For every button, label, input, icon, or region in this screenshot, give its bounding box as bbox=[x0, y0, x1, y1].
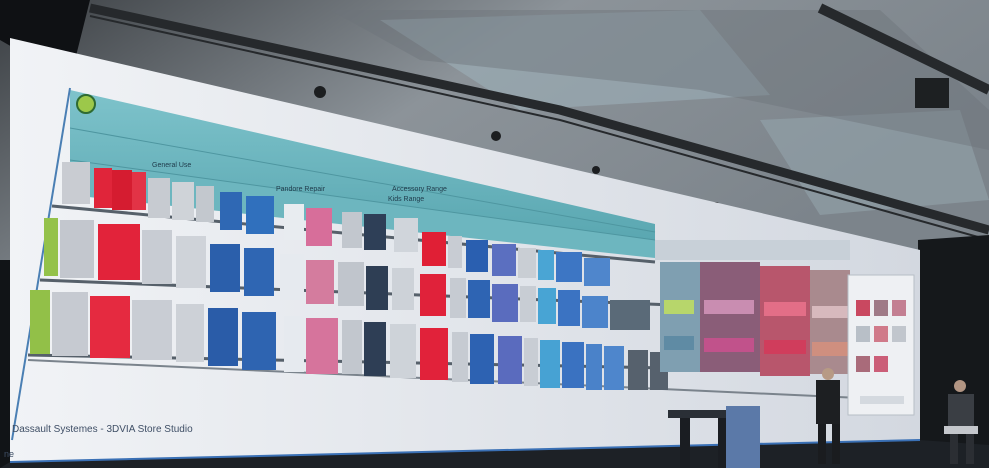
screen-caption: Dassault Systemes - 3DVIA Store Studio bbox=[12, 424, 193, 435]
photo-scene bbox=[0, 0, 989, 468]
shelf-label-general-use: General Use bbox=[152, 162, 192, 169]
shelf-label-pandore-repair: Pandore Repair bbox=[276, 186, 326, 193]
shelf-label-kids-range: Kids Range bbox=[388, 196, 425, 203]
screen-caption-tail: ne bbox=[4, 449, 15, 459]
shelf-label-accessory-range: Accessory Range bbox=[392, 186, 447, 193]
